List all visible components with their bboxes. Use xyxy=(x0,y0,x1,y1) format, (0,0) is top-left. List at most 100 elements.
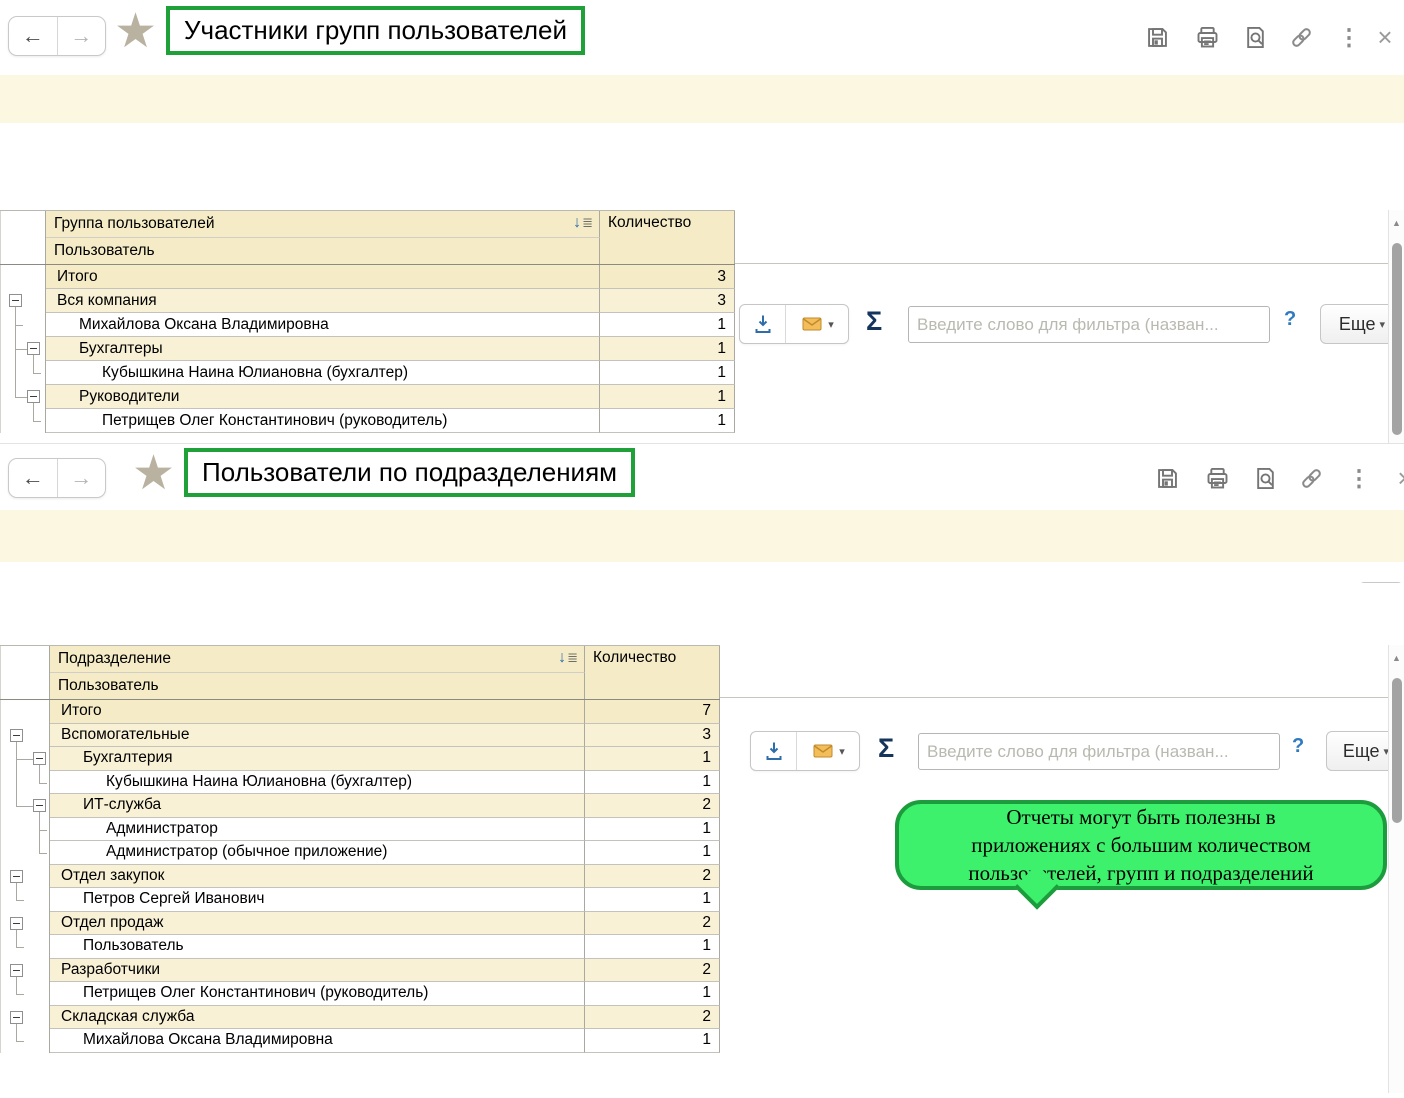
print-button[interactable] xyxy=(1202,463,1232,493)
chevron-down-icon: ▾ xyxy=(828,318,834,331)
callout-line: пользователей, групп и подразделений xyxy=(899,859,1383,887)
save-result-button[interactable] xyxy=(751,732,796,770)
column-header-user[interactable]: Пользователь xyxy=(46,238,600,264)
sort-desc-icon[interactable]: ↓≣ xyxy=(558,649,578,667)
quick-filter-input[interactable] xyxy=(919,742,1279,762)
collapse-toggle[interactable] xyxy=(10,1011,23,1024)
count-cell: 2 xyxy=(585,794,720,818)
collapse-toggle[interactable] xyxy=(10,870,23,883)
group-cell: Складская служба xyxy=(50,1006,585,1030)
collapse-toggle[interactable] xyxy=(27,390,40,403)
scroll-up-icon[interactable]: ▲ xyxy=(1389,653,1404,663)
back-icon: ← xyxy=(22,23,44,49)
user-cell: Кубышкина Наина Юлиановна (бухгалтер) xyxy=(46,361,600,385)
vertical-scrollbar[interactable]: ▲ xyxy=(1388,645,1404,1093)
table-row[interactable]: Петров Сергей Иванович 1 xyxy=(0,888,720,912)
collapse-toggle[interactable] xyxy=(9,294,22,307)
preview-button[interactable] xyxy=(1240,22,1270,52)
favorite-star-icon[interactable]: ★ xyxy=(132,450,175,498)
nav-history: ← → xyxy=(8,458,106,498)
table-row[interactable]: Вспомогательные 3 xyxy=(0,724,720,748)
table-row[interactable]: Отдел закупок 2 xyxy=(0,865,720,889)
sum-button[interactable]: Σ xyxy=(866,306,882,337)
help-button[interactable]: ? xyxy=(1292,735,1304,758)
count-cell: 1 xyxy=(585,841,720,865)
forward-button[interactable]: → xyxy=(58,459,106,497)
column-header-user[interactable]: Пользователь xyxy=(50,673,585,699)
send-mail-button[interactable]: ▾ xyxy=(785,305,848,343)
table-row[interactable]: Михайлова Оксана Владимировна 1 xyxy=(0,313,735,337)
quick-filter-input[interactable] xyxy=(909,315,1269,335)
send-mail-button[interactable]: ▾ xyxy=(796,732,859,770)
save-button[interactable] xyxy=(1152,463,1182,493)
scrollbar-thumb[interactable] xyxy=(1392,678,1402,823)
total-cell: Итого xyxy=(50,700,585,724)
count-cell: 3 xyxy=(600,265,735,289)
table-row[interactable]: Михайлова Оксана Владимировна 1 xyxy=(0,1029,720,1053)
collapse-toggle[interactable] xyxy=(27,342,40,355)
more-menu-button[interactable]: ⋮ xyxy=(1344,463,1374,493)
scrollbar-thumb[interactable] xyxy=(1392,243,1402,435)
count-cell: 1 xyxy=(585,747,720,771)
user-cell: Администратор xyxy=(50,818,585,842)
table-row[interactable]: Разработчики 2 xyxy=(0,959,720,983)
table-row[interactable]: Администратор 1 xyxy=(0,818,720,842)
forward-button[interactable]: → xyxy=(58,17,106,55)
sort-desc-icon[interactable]: ↓≣ xyxy=(573,214,593,232)
column-header-group[interactable]: Группа пользователей ↓≣ xyxy=(46,211,600,238)
preview-icon xyxy=(1242,24,1269,51)
collapse-toggle[interactable] xyxy=(33,799,46,812)
table-row[interactable]: Администратор (обычное приложение) 1 xyxy=(0,841,720,865)
scroll-up-icon[interactable]: ▲ xyxy=(1389,218,1404,228)
collapse-toggle[interactable] xyxy=(10,729,23,742)
table-row[interactable]: Складская служба 2 xyxy=(0,1006,720,1030)
more-menu-button[interactable]: ⋮ xyxy=(1334,22,1364,52)
table-row[interactable]: ИТ-служба 2 xyxy=(0,794,720,818)
collapse-toggle[interactable] xyxy=(10,964,23,977)
close-icon: × xyxy=(1397,463,1404,494)
vertical-scrollbar[interactable]: ▲ xyxy=(1388,210,1404,443)
table-row[interactable]: Кубышкина Наина Юлиановна (бухгалтер) 1 xyxy=(0,361,735,385)
column-header-count[interactable]: Количество xyxy=(585,646,720,699)
save-button[interactable] xyxy=(1142,22,1172,52)
table-row[interactable]: Итого 7 xyxy=(0,700,720,724)
collapse-toggle[interactable] xyxy=(10,917,23,930)
close-button[interactable]: × xyxy=(1370,22,1400,52)
report-toolbar: Сформировать Настройки... ▾ xyxy=(0,583,1404,641)
link-button[interactable] xyxy=(1296,463,1326,493)
column-header-department[interactable]: Подразделение ↓≣ xyxy=(50,646,585,673)
back-button[interactable]: ← xyxy=(9,17,58,55)
link-button[interactable] xyxy=(1286,22,1316,52)
table-row[interactable]: Отдел продаж 2 xyxy=(0,912,720,936)
back-button[interactable]: ← xyxy=(9,459,58,497)
count-cell: 1 xyxy=(600,409,735,433)
collapse-toggle[interactable] xyxy=(33,752,46,765)
user-cell: Михайлова Оксана Владимировна xyxy=(46,313,600,337)
count-cell: 1 xyxy=(585,935,720,959)
print-button[interactable] xyxy=(1192,22,1222,52)
table-row[interactable]: Итого 3 xyxy=(0,265,735,289)
sum-button[interactable]: Σ xyxy=(878,733,894,764)
callout-line: приложениях с большим количеством xyxy=(899,831,1383,859)
table-row[interactable]: Руководители 1 xyxy=(0,385,735,409)
table-row[interactable]: Кубышкина Наина Юлиановна (бухгалтер) 1 xyxy=(0,771,720,795)
table-row[interactable]: Бухгалтерия 1 xyxy=(0,747,720,771)
table-row[interactable]: Петрищев Олег Константинович (руководите… xyxy=(0,409,735,433)
preview-button[interactable] xyxy=(1250,463,1280,493)
table-row[interactable]: Бухгалтеры 1 xyxy=(0,337,735,361)
table-row[interactable]: Пользователь 1 xyxy=(0,935,720,959)
group-cell: Бухгалтеры xyxy=(46,337,600,361)
close-button[interactable]: × xyxy=(1390,463,1404,493)
print-icon xyxy=(1194,24,1221,51)
count-cell: 3 xyxy=(600,289,735,313)
download-icon xyxy=(751,312,775,336)
count-cell: 1 xyxy=(585,771,720,795)
favorite-star-icon[interactable]: ★ xyxy=(114,8,157,56)
table-row[interactable]: Петрищев Олег Константинович (руководите… xyxy=(0,982,720,1006)
link-icon xyxy=(1298,465,1325,492)
table-row[interactable]: Вся компания 3 xyxy=(0,289,735,313)
help-button[interactable]: ? xyxy=(1284,308,1296,331)
column-header-count[interactable]: Количество xyxy=(600,211,735,264)
report-grid: Группа пользователей ↓≣ Пользователь Кол… xyxy=(0,210,735,433)
save-result-button[interactable] xyxy=(740,305,785,343)
